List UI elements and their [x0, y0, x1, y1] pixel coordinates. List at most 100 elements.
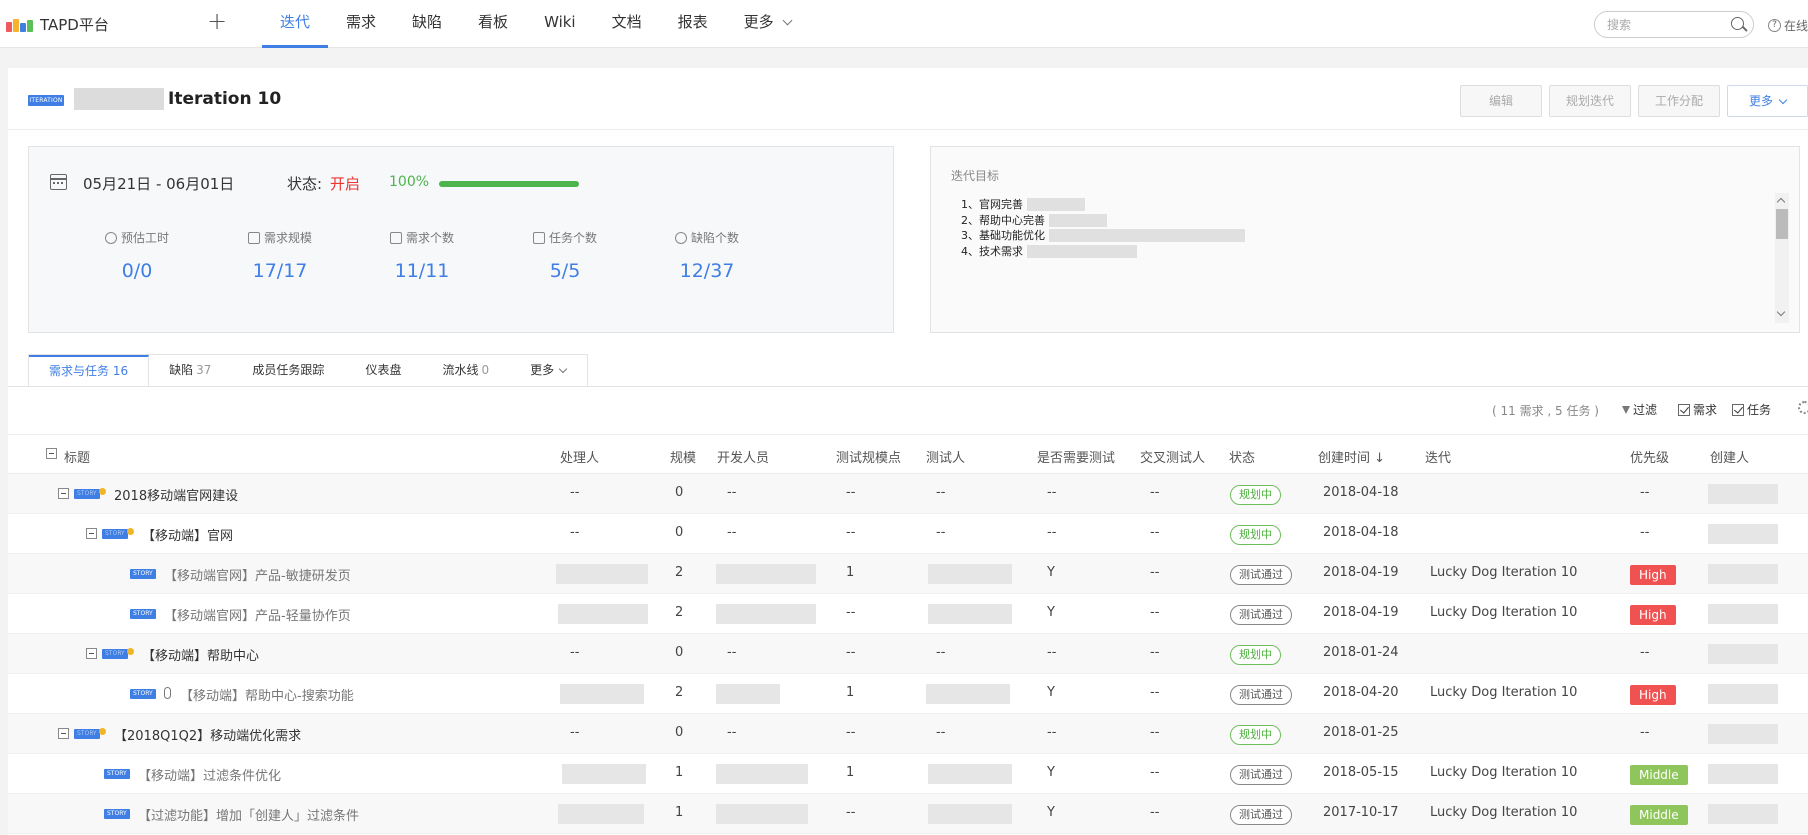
- col-test-points[interactable]: 测试规模点: [836, 447, 901, 466]
- row-title[interactable]: 【移动端官网】产品-敏捷研发页: [164, 565, 351, 584]
- collapse-icon[interactable]: [86, 528, 97, 539]
- col-created[interactable]: 创建时间 ↓: [1318, 447, 1385, 466]
- plan-iteration-button[interactable]: 规划迭代: [1549, 85, 1631, 117]
- status-badge[interactable]: 测试通过: [1230, 805, 1292, 825]
- cell-owner: --: [570, 485, 580, 500]
- stat-value[interactable]: 12/37: [637, 260, 777, 282]
- table-row[interactable]: STORY 【移动端】官网 -- 0 -- -- -- -- -- 规划中 20…: [8, 514, 1808, 554]
- row-title[interactable]: 【过滤功能】增加「创建人」过滤条件: [138, 805, 359, 824]
- create-plus-icon[interactable]: +: [207, 9, 227, 33]
- nav-wiki[interactable]: Wiki: [526, 0, 594, 48]
- nav-docs[interactable]: 文档: [594, 0, 660, 48]
- tab-dashboard[interactable]: 仪表盘: [345, 355, 423, 387]
- search-icon[interactable]: [1731, 17, 1744, 30]
- cell-iteration[interactable]: Lucky Dog Iteration 10: [1430, 565, 1577, 580]
- help-link[interactable]: ? 在线: [1768, 17, 1808, 34]
- status-badge[interactable]: 规划中: [1230, 525, 1281, 545]
- cell-iteration[interactable]: Lucky Dog Iteration 10: [1430, 765, 1577, 780]
- cell-size: 1: [675, 805, 684, 820]
- scroll-thumb[interactable]: [1776, 209, 1788, 239]
- collapse-icon[interactable]: [58, 728, 69, 739]
- priority-badge[interactable]: High: [1630, 685, 1676, 705]
- col-title[interactable]: 标题: [64, 447, 90, 466]
- nav-board[interactable]: 看板: [460, 0, 526, 48]
- col-owner[interactable]: 处理人: [560, 447, 599, 466]
- tab-pipeline[interactable]: 流水线 0: [422, 355, 511, 387]
- scroll-down-icon[interactable]: [1776, 307, 1786, 317]
- nav-reports[interactable]: 报表: [660, 0, 726, 48]
- collapse-icon[interactable]: [86, 648, 97, 659]
- tab-stories-tasks[interactable]: 需求与任务 16: [29, 355, 150, 387]
- priority-badge[interactable]: High: [1630, 565, 1676, 585]
- search-box[interactable]: [1594, 11, 1754, 38]
- nav-iteration[interactable]: 迭代: [262, 0, 329, 48]
- table-row[interactable]: STORY 【移动端官网】产品-敏捷研发页 2 1 Y -- 测试通过 2018…: [8, 554, 1808, 594]
- scroll-up-icon[interactable]: [1776, 197, 1786, 207]
- col-iteration[interactable]: 迭代: [1425, 447, 1451, 466]
- iteration-badge: ITERATION: [28, 95, 64, 106]
- iteration-title: Iteration 10: [168, 89, 282, 109]
- col-tester[interactable]: 测试人: [926, 447, 965, 466]
- stat-value[interactable]: 11/11: [352, 260, 492, 282]
- collapse-all-icon[interactable]: [46, 448, 57, 459]
- col-status[interactable]: 状态: [1229, 447, 1255, 466]
- col-creator[interactable]: 创建人: [1710, 447, 1749, 466]
- show-tasks-checkbox[interactable]: 任务: [1732, 401, 1771, 418]
- tab-bugs[interactable]: 缺陷 37: [149, 355, 233, 387]
- col-need-test[interactable]: 是否需要测试: [1037, 447, 1115, 466]
- status-badge[interactable]: 规划中: [1230, 725, 1281, 745]
- table-row[interactable]: STORY 2018移动端官网建设 -- 0 -- -- -- -- -- 规划…: [8, 474, 1808, 514]
- priority-badge[interactable]: High: [1630, 605, 1676, 625]
- nav-stories[interactable]: 需求: [328, 0, 394, 48]
- tab-more[interactable]: 更多: [510, 355, 588, 387]
- show-stories-checkbox[interactable]: 需求: [1678, 401, 1717, 418]
- edit-button[interactable]: 编辑: [1460, 85, 1542, 117]
- status-badge[interactable]: 测试通过: [1230, 565, 1292, 585]
- table-row[interactable]: STORY 【移动端】帮助中心-搜索功能 2 1 Y -- 测试通过 2018-…: [8, 674, 1808, 714]
- help-label: 在线: [1784, 19, 1808, 33]
- status-badge[interactable]: 规划中: [1230, 485, 1281, 505]
- filter-button[interactable]: 过滤: [1622, 401, 1657, 418]
- app-logo[interactable]: TAPD平台: [6, 14, 109, 35]
- nav-more[interactable]: 更多: [726, 0, 809, 48]
- gear-icon[interactable]: [1798, 401, 1808, 414]
- col-size[interactable]: 规模: [670, 447, 696, 466]
- more-actions-button[interactable]: 更多: [1727, 85, 1808, 117]
- priority-badge[interactable]: Middle: [1630, 765, 1688, 785]
- table-row[interactable]: STORY 【移动端官网】产品-轻量协作页 2 -- Y -- 测试通过 201…: [8, 594, 1808, 634]
- stat-value[interactable]: 0/0: [67, 260, 207, 282]
- table-row[interactable]: STORY 【过滤功能】增加「创建人」过滤条件 1 -- Y -- 测试通过 2…: [8, 794, 1808, 834]
- status-badge[interactable]: 测试通过: [1230, 765, 1292, 785]
- checkbox-checked-icon[interactable]: [1732, 403, 1744, 416]
- col-cross-tester[interactable]: 交叉测试人: [1140, 447, 1205, 466]
- col-developer[interactable]: 开发人员: [717, 447, 769, 466]
- row-title[interactable]: 【移动端】过滤条件优化: [138, 765, 281, 784]
- status-badge[interactable]: 测试通过: [1230, 685, 1292, 705]
- table-row[interactable]: STORY 【移动端】帮助中心 -- 0 -- -- -- -- -- 规划中 …: [8, 634, 1808, 674]
- collapse-icon[interactable]: [58, 488, 69, 499]
- priority-badge[interactable]: Middle: [1630, 805, 1688, 825]
- table-row[interactable]: STORY 【2018Q1Q2】移动端优化需求 -- 0 -- -- -- --…: [8, 714, 1808, 754]
- row-title[interactable]: 【2018Q1Q2】移动端优化需求: [114, 725, 301, 744]
- cell-test-points: 1: [846, 685, 855, 700]
- cell-iteration[interactable]: Lucky Dog Iteration 10: [1430, 685, 1577, 700]
- cell-iteration[interactable]: Lucky Dog Iteration 10: [1430, 605, 1577, 620]
- row-title[interactable]: 【移动端官网】产品-轻量协作页: [164, 605, 351, 624]
- col-priority[interactable]: 优先级: [1630, 447, 1669, 466]
- row-title[interactable]: 【移动端】帮助中心: [142, 645, 259, 664]
- goal-scrollbar[interactable]: [1775, 193, 1789, 323]
- row-title[interactable]: 【移动端】帮助中心-搜索功能: [180, 685, 354, 704]
- tab-member-tracking[interactable]: 成员任务跟踪: [232, 355, 346, 387]
- row-title[interactable]: 2018移动端官网建设: [114, 485, 238, 504]
- cell-iteration[interactable]: Lucky Dog Iteration 10: [1430, 805, 1577, 820]
- search-input[interactable]: [1607, 12, 1727, 37]
- stat-value[interactable]: 5/5: [495, 260, 635, 282]
- table-row[interactable]: STORY 【移动端】过滤条件优化 1 1 Y -- 测试通过 2018-05-…: [8, 754, 1808, 794]
- work-assign-button[interactable]: 工作分配: [1638, 85, 1720, 117]
- checkbox-checked-icon[interactable]: [1678, 403, 1690, 416]
- status-badge[interactable]: 规划中: [1230, 645, 1281, 665]
- stat-value[interactable]: 17/17: [210, 260, 350, 282]
- status-badge[interactable]: 测试通过: [1230, 605, 1292, 625]
- nav-bugs[interactable]: 缺陷: [394, 0, 460, 48]
- row-title[interactable]: 【移动端】官网: [142, 525, 233, 544]
